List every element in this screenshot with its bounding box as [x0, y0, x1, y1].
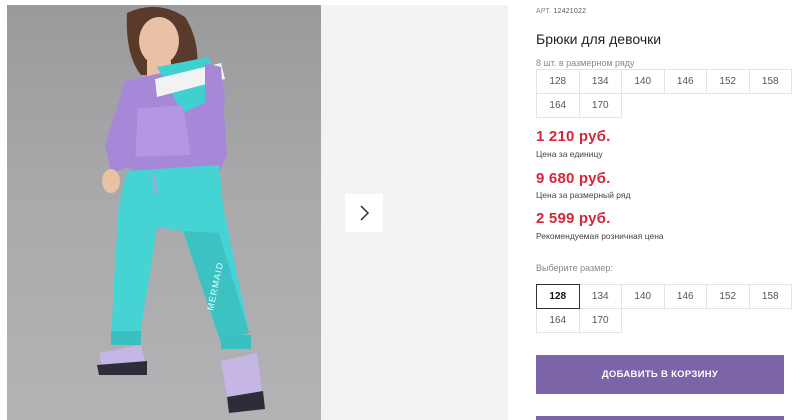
- article-number: АРТ. 12421022: [536, 8, 586, 15]
- size-option[interactable]: 152: [706, 284, 750, 309]
- size-option[interactable]: 146: [663, 284, 707, 309]
- product-photo: MERMAID: [7, 5, 321, 420]
- size-option-selected[interactable]: 128: [536, 284, 580, 309]
- size-option[interactable]: 164: [536, 308, 580, 333]
- size-row-hint: 8 шт. в размерном ряду: [536, 58, 635, 68]
- article-code: 12421022: [553, 8, 587, 15]
- size-row-grid: 128 134 140 146 152 158 164 170: [536, 69, 792, 118]
- size-row-price: 9 680 руб.: [536, 170, 611, 187]
- product-info: АРТ. 12421022 Брюки для девочки 8 шт. в …: [536, 0, 800, 420]
- next-image-button[interactable]: [345, 194, 383, 232]
- size-option[interactable]: 158: [748, 284, 792, 309]
- retail-price: 2 599 руб.: [536, 210, 611, 227]
- size-row-cell: 152: [706, 69, 750, 94]
- size-row-cell: 140: [621, 69, 665, 94]
- chevron-right-icon: [360, 205, 370, 221]
- size-row-cell: 158: [748, 69, 792, 94]
- product-gallery: MERMAID: [0, 0, 508, 420]
- article-label: АРТ.: [536, 8, 552, 15]
- size-row-cell: 146: [663, 69, 707, 94]
- select-size-hint: Выберите размер:: [536, 263, 613, 273]
- size-option[interactable]: 134: [578, 284, 622, 309]
- size-selector: 128 134 140 146 152 158 164 170: [536, 284, 792, 333]
- retail-price-label: Рекомендуемая розничная цена: [536, 231, 664, 241]
- add-to-cart-button[interactable]: ДОБАВИТЬ В КОРЗИНУ: [536, 355, 784, 394]
- size-row-cell: 128: [536, 69, 580, 94]
- girl-illustration: MERMAID: [97, 6, 265, 413]
- size-option[interactable]: 140: [621, 284, 665, 309]
- secondary-action-button[interactable]: [536, 416, 784, 420]
- unit-price-label: Цена за единицу: [536, 149, 603, 159]
- unit-price: 1 210 руб.: [536, 128, 611, 145]
- size-row-cell: 164: [536, 93, 580, 118]
- size-row-cell: 170: [578, 93, 622, 118]
- size-row-cell: 134: [578, 69, 622, 94]
- product-title: Брюки для девочки: [536, 31, 662, 47]
- size-row-price-label: Цена за размерный ряд: [536, 190, 631, 200]
- size-option[interactable]: 170: [578, 308, 622, 333]
